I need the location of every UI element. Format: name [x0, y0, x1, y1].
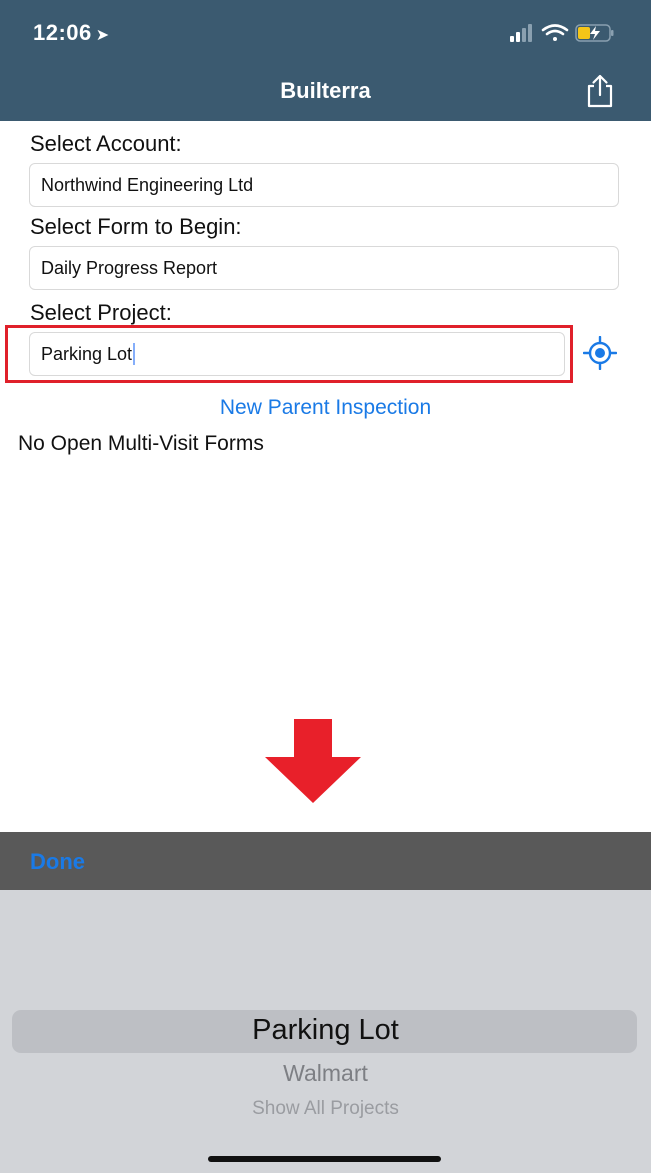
- status-icons: [510, 24, 614, 42]
- picker-toolbar: [0, 832, 651, 890]
- account-label: Select Account:: [30, 131, 182, 156]
- form-label: Select Form to Begin:: [30, 214, 242, 239]
- account-field[interactable]: Northwind Engineering Ltd: [29, 163, 619, 207]
- form-field[interactable]: Daily Progress Report: [29, 246, 619, 290]
- project-label: Select Project:: [30, 300, 172, 325]
- picker-option-show-all-projects[interactable]: Show All Projects: [0, 1098, 651, 1120]
- target-location-icon[interactable]: [583, 336, 617, 370]
- location-arrow-icon: ➤: [95, 27, 110, 44]
- cellular-signal-icon: [510, 24, 532, 42]
- status-time: 12:06 ➤: [33, 20, 110, 46]
- picker-option-walmart[interactable]: Walmart: [0, 1060, 651, 1087]
- project-field[interactable]: Parking Lot: [29, 332, 565, 376]
- empty-state-text: No Open Multi-Visit Forms: [18, 432, 264, 455]
- header-bar: 12:06 ➤ Builterra: [0, 0, 651, 121]
- project-value: Parking Lot: [41, 343, 133, 364]
- page-title: Builterra: [280, 78, 371, 103]
- text-caret: [133, 343, 136, 365]
- share-icon[interactable]: [584, 74, 616, 108]
- status-time-text: 12:06: [33, 20, 92, 45]
- wifi-icon: [541, 24, 569, 41]
- form-value: Daily Progress Report: [41, 257, 218, 278]
- done-button[interactable]: Done: [30, 849, 85, 875]
- battery-charging-icon: [575, 24, 614, 42]
- new-parent-inspection-link[interactable]: New Parent Inspection: [0, 396, 651, 420]
- account-value: Northwind Engineering Ltd: [41, 174, 254, 195]
- home-indicator: [208, 1156, 441, 1162]
- picker-option-parking-lot[interactable]: Parking Lot: [0, 1014, 651, 1047]
- down-arrow-icon: [265, 719, 361, 803]
